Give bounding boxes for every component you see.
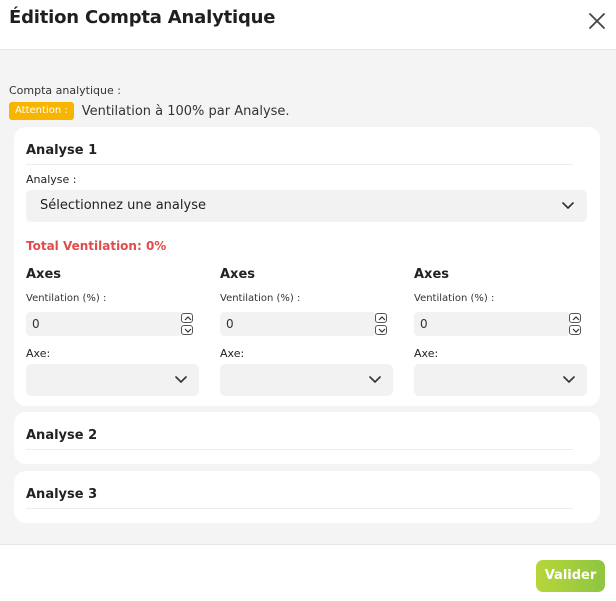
card-divider (26, 508, 573, 509)
modal-footer: Valider (0, 546, 616, 601)
chevron-down-icon (184, 328, 192, 333)
axes-title: Axes (26, 267, 62, 282)
card-divider (26, 449, 573, 450)
chevron-down-icon (369, 376, 381, 383)
close-button[interactable] (586, 10, 608, 32)
modal-body: Compta analytique : Attention : Ventilat… (0, 50, 616, 545)
axes-column-3: Axes Ventilation (%) : 0 Axe: (414, 267, 587, 397)
chevron-down-icon (378, 328, 386, 333)
chevron-up-icon (572, 316, 580, 321)
chevron-up-icon (378, 316, 386, 321)
axe-select[interactable] (414, 364, 587, 396)
chevron-up-icon (184, 316, 192, 321)
axes-title: Axes (220, 267, 256, 282)
analyse-card-3[interactable]: Analyse 3 (14, 471, 600, 523)
ventilation-input[interactable]: 0 (220, 312, 376, 336)
axes-title: Axes (414, 267, 450, 282)
axe-label: Axe: (26, 347, 51, 360)
spin-up-button[interactable] (181, 313, 193, 323)
analyse-title: Analyse 3 (26, 487, 98, 502)
axes-column-1: Axes Ventilation (%) : 0 Axe: (26, 267, 199, 397)
spin-down-button[interactable] (375, 325, 387, 335)
ventilation-value: 0 (32, 317, 40, 331)
axe-label: Axe: (414, 347, 439, 360)
axes-column-2: Axes Ventilation (%) : 0 Axe: (220, 267, 393, 397)
modal-header: Édition Compta Analytique (0, 0, 616, 50)
validate-button[interactable]: Valider (536, 560, 605, 592)
analyse-title: Analyse 1 (26, 143, 98, 158)
analyse-card-2[interactable]: Analyse 2 (14, 412, 600, 464)
chevron-down-icon (563, 376, 575, 383)
spin-up-button[interactable] (569, 313, 581, 323)
ventilation-label: Ventilation (%) : (414, 293, 495, 304)
modal-title: Édition Compta Analytique (9, 7, 276, 28)
axe-label: Axe: (220, 347, 245, 360)
spin-down-button[interactable] (569, 325, 581, 335)
analyse-select[interactable]: Sélectionnez une analyse (26, 190, 587, 222)
notice-text: Ventilation à 100% par Analyse. (81, 103, 290, 119)
axe-select[interactable] (26, 364, 199, 396)
total-ventilation: Total Ventilation: 0% (26, 239, 167, 253)
analyse-title: Analyse 2 (26, 428, 98, 443)
axe-select[interactable] (220, 364, 393, 396)
attention-badge: Attention : (9, 102, 74, 120)
spin-up-button[interactable] (375, 313, 387, 323)
ventilation-label: Ventilation (%) : (26, 293, 107, 304)
chevron-down-icon (175, 376, 187, 383)
notice: Attention : Ventilation à 100% par Analy… (9, 102, 290, 120)
ventilation-value: 0 (420, 317, 428, 331)
ventilation-input[interactable]: 0 (26, 312, 182, 336)
card-divider (26, 164, 573, 165)
analyse-label: Analyse : (26, 173, 77, 186)
section-label: Compta analytique : (9, 84, 121, 97)
chevron-down-icon (562, 202, 574, 209)
chevron-down-icon (572, 328, 580, 333)
ventilation-label: Ventilation (%) : (220, 293, 301, 304)
analyse-card-1: Analyse 1 Analyse : Sélectionnez une ana… (14, 127, 600, 406)
ventilation-input[interactable]: 0 (414, 312, 570, 336)
close-icon (589, 13, 605, 29)
spin-down-button[interactable] (181, 325, 193, 335)
analyse-select-value: Sélectionnez une analyse (40, 198, 206, 213)
ventilation-value: 0 (226, 317, 234, 331)
